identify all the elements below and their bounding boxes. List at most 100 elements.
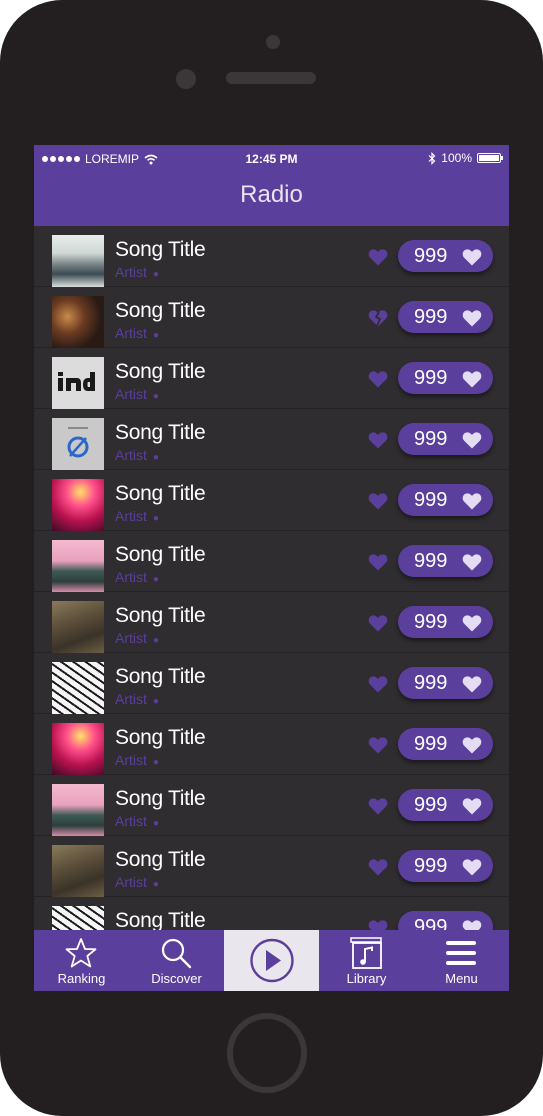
like-count-button[interactable]: 999 (398, 423, 493, 455)
artist-label: Artist (115, 630, 147, 646)
artist-name: Artist ● (115, 752, 159, 768)
list-item[interactable]: Song Title Artist ● 999 (34, 287, 509, 348)
battery-percent: 100% (441, 151, 472, 165)
app-header: LOREMIP 12:45 PM 100% Radio (34, 145, 509, 226)
tab-menu[interactable]: Menu (414, 930, 509, 991)
list-item[interactable]: Song Title Artist ● 999 (34, 714, 509, 775)
list-item[interactable]: Song Title Artist ● 999 (34, 653, 509, 714)
bullet-separator: ● (152, 818, 159, 829)
artist-name: Artist ● (115, 813, 159, 829)
list-item[interactable]: Song Title Artist ● 999 (34, 409, 509, 470)
album-cover (52, 296, 104, 348)
artist-label: Artist (115, 874, 147, 890)
list-item[interactable]: Song Title Artist ● 999 (34, 592, 509, 653)
heart-icon[interactable] (367, 673, 389, 695)
bullet-separator: ● (152, 574, 159, 585)
list-item[interactable]: Song Title Artist ● 999 (34, 348, 509, 409)
tab-label: Discover (151, 971, 202, 986)
like-count: 999 (414, 428, 448, 450)
heart-icon[interactable] (367, 429, 389, 451)
bullet-separator: ● (152, 452, 159, 463)
like-count: 999 (414, 245, 448, 267)
album-cover (52, 845, 104, 897)
heart-icon[interactable] (367, 490, 389, 512)
list-item[interactable]: Song Title Artist ● 999 (34, 470, 509, 531)
phone-frame: LOREMIP 12:45 PM 100% Radio Song Title A… (0, 0, 543, 1116)
bullet-separator: ● (152, 513, 159, 524)
like-count: 999 (414, 489, 448, 511)
song-title: Song Title (115, 604, 206, 627)
app-screen: LOREMIP 12:45 PM 100% Radio Song Title A… (34, 145, 509, 991)
album-cover (52, 418, 104, 470)
tab-library[interactable]: Library (319, 930, 414, 991)
song-title: Song Title (115, 726, 206, 749)
like-count-button[interactable]: 999 (398, 484, 493, 516)
heart-icon (462, 249, 482, 266)
like-count-button[interactable]: 999 (398, 545, 493, 577)
album-cover (52, 479, 104, 531)
artist-name: Artist ● (115, 508, 159, 524)
tab-bar: Ranking Discover Library Menu (34, 930, 509, 991)
heart-icon (462, 310, 482, 327)
heart-icon[interactable] (367, 551, 389, 573)
artist-label: Artist (115, 508, 147, 524)
artist-name: Artist ● (115, 264, 159, 280)
song-title: Song Title (115, 360, 206, 383)
heart-icon (462, 371, 482, 388)
like-count: 999 (414, 733, 448, 755)
list-item[interactable]: Song Title Artist ● 999 (34, 775, 509, 836)
tab-label: Ranking (57, 971, 106, 986)
heart-icon (462, 737, 482, 754)
home-button[interactable] (227, 1013, 307, 1093)
bullet-separator: ● (152, 391, 159, 402)
tab-play[interactable] (224, 930, 319, 991)
heart-icon (462, 798, 482, 815)
list-item[interactable]: Song Title Artist ● 999 (34, 531, 509, 592)
page-title: Radio (240, 181, 303, 208)
artist-name: Artist ● (115, 386, 159, 402)
bullet-separator: ● (152, 269, 159, 280)
tab-discover[interactable]: Discover (129, 930, 224, 991)
heart-icon[interactable] (367, 856, 389, 878)
album-cover (52, 723, 104, 775)
tab-label: Library (346, 971, 387, 986)
artist-name: Artist ● (115, 874, 159, 890)
list-item[interactable]: Song Title Artist ● 999 (34, 836, 509, 897)
heart-broken-icon[interactable] (367, 307, 389, 329)
like-count-button[interactable]: 999 (398, 362, 493, 394)
like-count-button[interactable]: 999 (398, 850, 493, 882)
heart-icon (462, 676, 482, 693)
album-cover (52, 662, 104, 714)
heart-icon[interactable] (367, 246, 389, 268)
like-count: 999 (414, 794, 448, 816)
song-title: Song Title (115, 482, 206, 505)
like-count-button[interactable]: 999 (398, 728, 493, 760)
heart-icon[interactable] (367, 612, 389, 634)
artist-label: Artist (115, 264, 147, 280)
artist-label: Artist (115, 447, 147, 463)
bullet-separator: ● (152, 635, 159, 646)
heart-icon[interactable] (367, 795, 389, 817)
heart-icon[interactable] (367, 368, 389, 390)
tab-label: Menu (445, 971, 478, 986)
like-count: 999 (414, 855, 448, 877)
like-count-button[interactable]: 999 (398, 240, 493, 272)
bluetooth-icon (428, 151, 436, 165)
like-count-button[interactable]: 999 (398, 606, 493, 638)
list-item[interactable]: Song Title Artist ● 999 (34, 226, 509, 287)
like-count: 999 (414, 550, 448, 572)
like-count-button[interactable]: 999 (398, 667, 493, 699)
heart-icon[interactable] (367, 734, 389, 756)
like-count: 999 (414, 367, 448, 389)
album-cover (52, 601, 104, 653)
like-count-button[interactable]: 999 (398, 301, 493, 333)
tab-ranking[interactable]: Ranking (34, 930, 129, 991)
like-count: 999 (414, 672, 448, 694)
like-count-button[interactable]: 999 (398, 789, 493, 821)
artist-name: Artist ● (115, 325, 159, 341)
status-bar: LOREMIP 12:45 PM 100% (34, 145, 509, 175)
proximity-sensor (176, 69, 196, 89)
album-cover (52, 540, 104, 592)
album-cover (52, 235, 104, 287)
bullet-separator: ● (152, 879, 159, 890)
